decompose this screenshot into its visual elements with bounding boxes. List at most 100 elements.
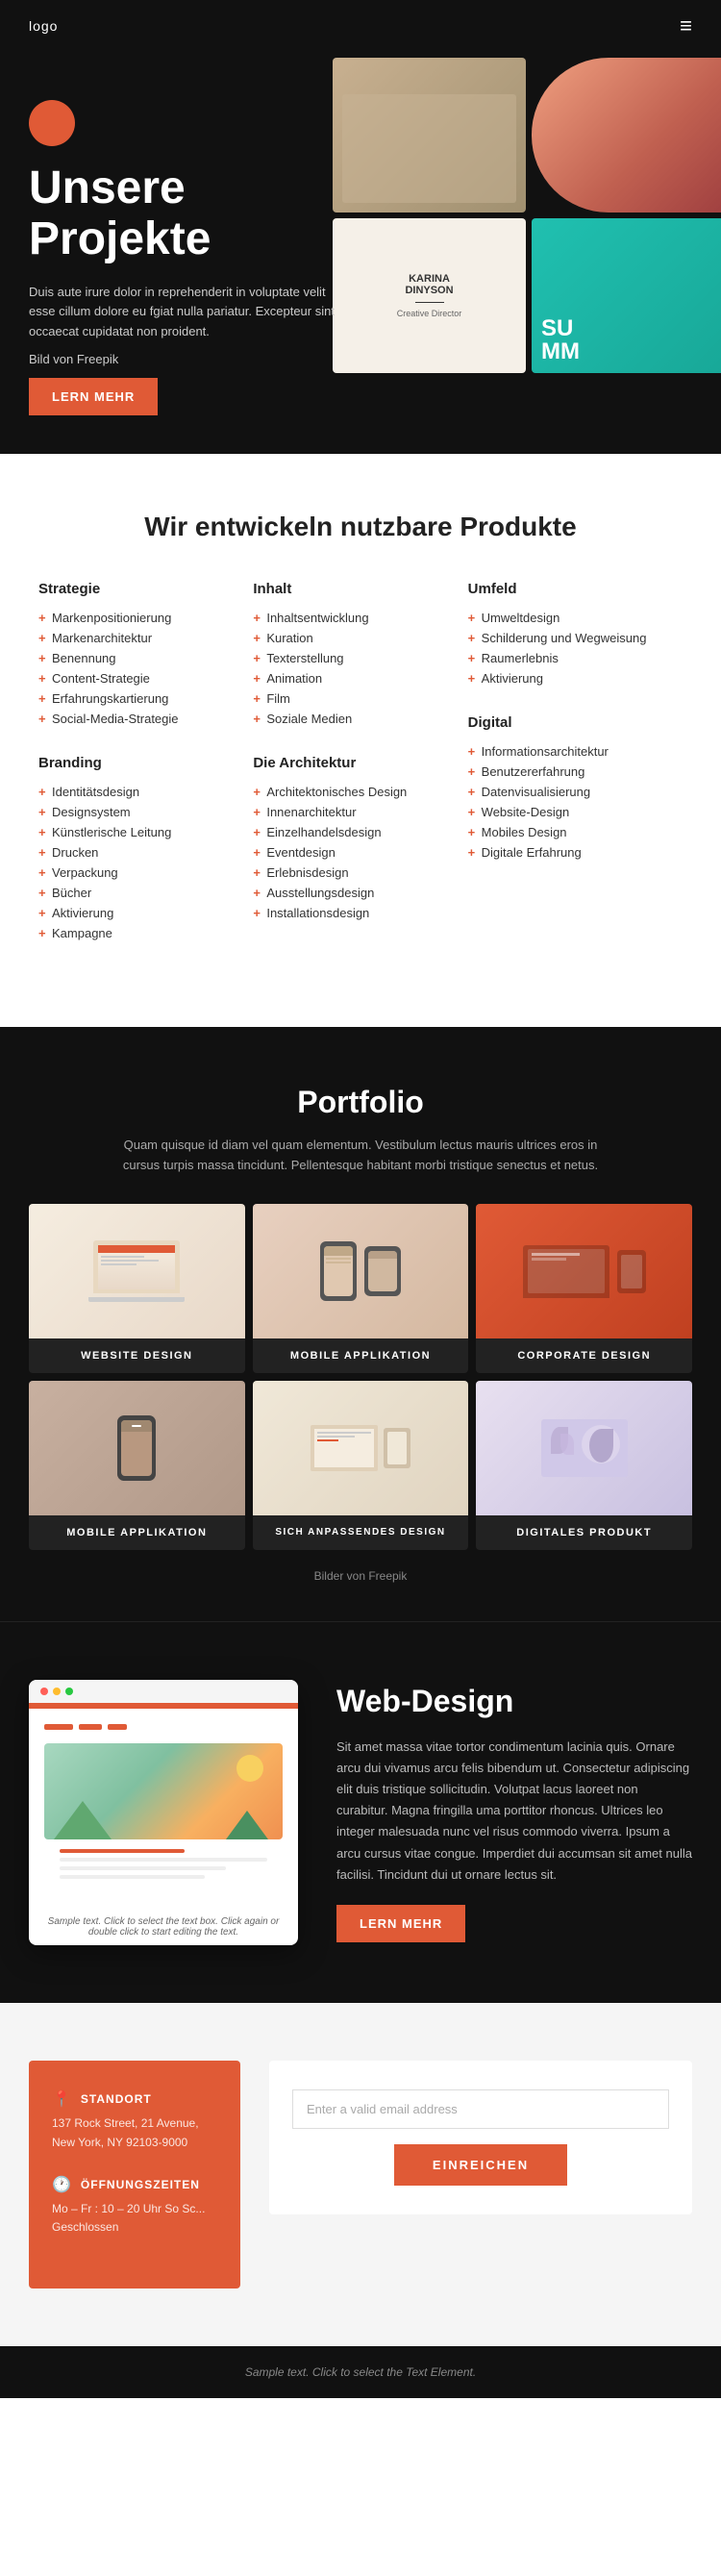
portfolio-section: Portfolio Quam quisque id diam vel quam … — [0, 1027, 721, 1622]
list-item: Aktivierung — [38, 906, 253, 920]
col-title-architektur: Die Architektur — [253, 755, 467, 771]
mockup-content — [29, 1709, 298, 1909]
mockup-dot-yellow — [53, 1688, 61, 1695]
hero-image-3: KARINADINYSON Creative Director — [333, 218, 526, 373]
col-title-branding: Branding — [38, 755, 253, 771]
mockup-line-orange — [60, 1849, 185, 1853]
contact-form: EINREICHEN — [269, 2061, 692, 2214]
mockup-dot-green — [65, 1688, 73, 1695]
architektur-list: Architektonisches Design Innenarchitektu… — [253, 785, 467, 920]
products-col-3: Umfeld Umweltdesign Schilderung und Wegw… — [468, 581, 683, 969]
logo: logo — [29, 18, 58, 34]
hero-description: Duis aute irure dolor in reprehenderit i… — [29, 283, 336, 342]
menu-icon[interactable]: ≡ — [680, 13, 692, 38]
list-item: Innenarchitektur — [253, 805, 467, 819]
webdesign-description: Sit amet massa vitae tortor condimentum … — [336, 1737, 692, 1886]
products-heading: Wir entwickeln nutzbare Produkte — [38, 512, 683, 542]
mockup-line — [60, 1858, 267, 1862]
portfolio-label-1: WEBSITE DESIGN — [29, 1338, 245, 1373]
list-item: Erlebnisdesign — [253, 865, 467, 880]
mockup-mountain-1 — [54, 1801, 112, 1839]
list-item: Datenvisualisierung — [468, 785, 683, 799]
portfolio-card-4[interactable]: MOBILE APPLIKATION — [29, 1381, 245, 1550]
portfolio-img-5 — [253, 1381, 469, 1515]
hero-text: Unsere Projekte Duis aute irure dolor in… — [29, 100, 336, 454]
portfolio-description: Quam quisque id diam vel quam elementum.… — [120, 1136, 601, 1176]
contact-info: 📍 STANDORT 137 Rock Street, 21 Avenue, N… — [29, 2061, 240, 2288]
list-item: Benutzererfahrung — [468, 764, 683, 779]
portfolio-card-6[interactable]: DIGITALES PRODUKT — [476, 1381, 692, 1550]
mockup-bar — [29, 1680, 298, 1703]
webdesign-heading: Web-Design — [336, 1684, 692, 1719]
contact-location-row: 📍 STANDORT — [52, 2089, 217, 2109]
hours-icon: 🕐 — [52, 2175, 71, 2194]
navigation: logo ≡ — [0, 0, 721, 52]
products-grid: Strategie Markenpositionierung Markenarc… — [38, 581, 683, 969]
hero-image-4: SUMM — [532, 218, 721, 373]
webdesign-mockup: Sample text. Click to select the text bo… — [29, 1680, 298, 1945]
portfolio-img-2 — [253, 1204, 469, 1338]
portfolio-card-2[interactable]: MOBILE APPLIKATION — [253, 1204, 469, 1373]
portfolio-card-5[interactable]: SICH ANPASSENDES DESIGN — [253, 1381, 469, 1550]
strategie-list: Markenpositionierung Markenarchitektur B… — [38, 611, 253, 726]
submit-button[interactable]: EINREICHEN — [394, 2144, 567, 2186]
list-item: Raumerlebnis — [468, 651, 683, 665]
list-item: Architektonisches Design — [253, 785, 467, 799]
list-item: Verpackung — [38, 865, 253, 880]
list-item: Erfahrungskartierung — [38, 691, 253, 706]
list-item: Ausstellungsdesign — [253, 886, 467, 900]
list-item: Website-Design — [468, 805, 683, 819]
mockup-line — [60, 1866, 226, 1870]
contact-section: 📍 STANDORT 137 Rock Street, 21 Avenue, N… — [0, 2003, 721, 2346]
list-item: Inhaltsentwicklung — [253, 611, 467, 625]
portfolio-img-3 — [476, 1204, 692, 1338]
contact-hours-row: 🕐 ÖFFNUNGSZEITEN — [52, 2175, 217, 2194]
mockup-caption: Sample text. Click to select the text bo… — [29, 1909, 298, 1945]
portfolio-heading: Portfolio — [29, 1085, 692, 1120]
list-item: Aktivierung — [468, 671, 683, 686]
portfolio-card-3[interactable]: CORPORATE DESIGN — [476, 1204, 692, 1373]
nav-line — [108, 1724, 127, 1730]
list-item: Schilderung und Wegweisung — [468, 631, 683, 645]
list-item: Kampagne — [38, 926, 253, 940]
mockup-body — [29, 1703, 298, 1909]
webdesign-cta-button[interactable]: LERN MEHR — [336, 1905, 465, 1942]
portfolio-img-1 — [29, 1204, 245, 1338]
list-item: Installationsdesign — [253, 906, 467, 920]
portfolio-label-2: MOBILE APPLIKATION — [253, 1338, 469, 1373]
products-section: Wir entwickeln nutzbare Produkte Strateg… — [0, 454, 721, 1027]
webdesign-section: Sample text. Click to select the text bo… — [0, 1621, 721, 2003]
webdesign-text: Web-Design Sit amet massa vitae tortor c… — [336, 1684, 692, 1942]
list-item: Animation — [253, 671, 467, 686]
portfolio-label-5: SICH ANPASSENDES DESIGN — [253, 1515, 469, 1549]
mockup-line — [60, 1875, 205, 1879]
col-title-umfeld: Umfeld — [468, 581, 683, 597]
hero-dot — [29, 100, 75, 146]
hero-image-2 — [532, 58, 721, 213]
list-item: Markenarchitektur — [38, 631, 253, 645]
col-title-strategie: Strategie — [38, 581, 253, 597]
hero-title: Unsere Projekte — [29, 163, 336, 265]
portfolio-credit: Bilder von Freepik — [29, 1569, 692, 1583]
nav-line — [44, 1724, 73, 1730]
list-item: Identitätsdesign — [38, 785, 253, 799]
list-item: Künstlerische Leitung — [38, 825, 253, 839]
digital-list: Informationsarchitektur Benutzererfahrun… — [468, 744, 683, 860]
col-title-digital: Digital — [468, 714, 683, 731]
portfolio-img-6 — [476, 1381, 692, 1515]
list-item: Einzelhandelsdesign — [253, 825, 467, 839]
hero-section: Unsere Projekte Duis aute irure dolor in… — [0, 52, 721, 454]
location-icon: 📍 — [52, 2089, 71, 2109]
hero-image-1 — [333, 58, 526, 213]
portfolio-label-6: DIGITALES PRODUKT — [476, 1515, 692, 1550]
contact-location-value: 137 Rock Street, 21 Avenue, New York, NY… — [52, 2114, 217, 2151]
portfolio-card-1[interactable]: WEBSITE DESIGN — [29, 1204, 245, 1373]
portfolio-img-4 — [29, 1381, 245, 1515]
mockup-text-lines — [44, 1849, 283, 1893]
hero-cta-button[interactable]: LERN MEHR — [29, 378, 158, 415]
inhalt-list: Inhaltsentwicklung Kuration Texterstellu… — [253, 611, 467, 726]
portfolio-grid: WEBSITE DESIGN — [29, 1204, 692, 1550]
umfeld-list: Umweltdesign Schilderung und Wegweisung … — [468, 611, 683, 686]
list-item: Umweltdesign — [468, 611, 683, 625]
email-input[interactable] — [292, 2089, 669, 2129]
